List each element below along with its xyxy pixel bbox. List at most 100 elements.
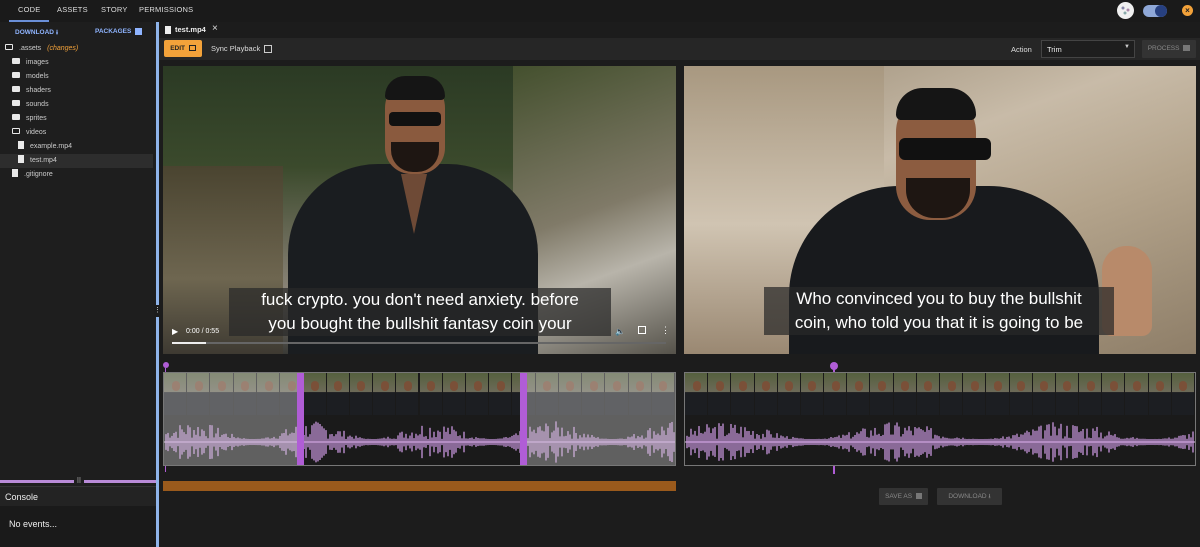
tree-item-gitignore[interactable]: .gitignore: [0, 168, 153, 182]
output-caption: Who convinced you to buy the bullshit co…: [764, 287, 1114, 335]
trimmed-region-start: [164, 373, 300, 465]
chevron-down-icon: ▼: [1124, 44, 1130, 50]
caption-line: fuck crypto. you don't need anxiety. bef…: [261, 290, 579, 309]
video-thumbnail: [800, 373, 824, 415]
sync-playback-checkbox[interactable]: Sync Playback: [211, 44, 273, 54]
download-video-label: DOWNLOAD: [948, 493, 987, 500]
video-thumbnail: [1079, 373, 1102, 415]
video-thumbnail: [303, 373, 326, 415]
tree-item-sprites[interactable]: sprites: [0, 112, 153, 126]
source-caption: fuck crypto. you don't need anxiety. bef…: [229, 288, 611, 336]
edit-label: EDIT: [170, 45, 185, 52]
action-select-value: Trim: [1047, 45, 1062, 54]
tab-assets[interactable]: ASSETS: [57, 0, 88, 22]
trim-handle-start[interactable]: [297, 373, 304, 465]
folder-open-icon: [5, 44, 13, 51]
vertical-splitter[interactable]: [156, 22, 159, 547]
sidebar: DOWNLOAD ⭳ PACKAGES .assets (changes) im…: [0, 22, 156, 547]
process-button[interactable]: PROCESS: [1142, 40, 1196, 58]
tab-code[interactable]: CODE: [9, 0, 50, 22]
video-thumbnail: [1102, 373, 1125, 415]
trimmed-region-end: [526, 373, 675, 465]
file-icon: [18, 155, 24, 164]
tree-item-models[interactable]: models: [0, 70, 153, 84]
tree-label: images: [26, 59, 49, 66]
play-icon[interactable]: ▶: [172, 327, 178, 336]
action-select[interactable]: Trim ▼: [1041, 40, 1135, 58]
source-timeline[interactable]: [163, 372, 676, 466]
action-label: Action: [1011, 45, 1032, 54]
video-thumbnail: [489, 373, 512, 415]
volume-icon[interactable]: 🔈: [615, 327, 625, 336]
video-thumbnail: [986, 373, 1009, 415]
tree-item-videos[interactable]: videos: [0, 126, 153, 140]
top-bar: CODE ASSETS STORY PERMISSIONS ×: [0, 0, 1200, 22]
calendar-icon: [188, 45, 196, 52]
process-icon: [1183, 45, 1191, 52]
video-thumbnail: [916, 373, 939, 415]
avatar[interactable]: [1117, 2, 1134, 19]
caption-line: you bought the bullshit fantasy coin you…: [268, 314, 572, 333]
editor-tab-label[interactable]: test.mp4: [175, 25, 206, 34]
console-header: Console: [0, 486, 156, 506]
tree-item-test-mp4[interactable]: test.mp4: [0, 154, 153, 168]
console-body: No events...: [0, 506, 156, 547]
splitter-grip-icon[interactable]: ⋮: [154, 305, 161, 317]
fullscreen-icon[interactable]: [638, 326, 646, 334]
tree-label: sprites: [26, 115, 47, 122]
edit-button[interactable]: EDIT: [164, 40, 202, 57]
video-thumbnail: [893, 373, 916, 415]
video-thumbnail: [419, 373, 442, 415]
video-thumbnail: [870, 373, 893, 415]
video-thumbnail: [1171, 373, 1194, 415]
tree-label: .gitignore: [24, 171, 53, 178]
tree-item-shaders[interactable]: shaders: [0, 84, 153, 98]
console-empty-text: No events...: [9, 519, 58, 529]
close-tab-icon[interactable]: ×: [212, 23, 218, 34]
video-thumbnail: [1055, 373, 1079, 415]
file-icon: [18, 141, 24, 150]
waveform: [685, 422, 1195, 462]
download-icon: ⭳: [55, 29, 59, 36]
tree-item-example-mp4[interactable]: example.mp4: [0, 140, 153, 154]
moon-icon: [1155, 5, 1167, 17]
playhead-knob-left[interactable]: [163, 362, 169, 368]
drag-handle-icon[interactable]: ⠿: [74, 477, 84, 486]
download-button[interactable]: DOWNLOAD ⭳: [15, 28, 58, 39]
time-display: 0:00 / 0:55: [186, 328, 220, 335]
save-as-button[interactable]: SAVE AS: [879, 488, 928, 505]
download-video-button[interactable]: DOWNLOAD ⭳: [937, 488, 1002, 505]
process-label: PROCESS: [1147, 45, 1180, 52]
video-thumbnail: [465, 373, 489, 415]
more-options-icon[interactable]: ⋮: [661, 325, 670, 336]
tree-label: .assets: [19, 45, 42, 52]
output-timeline[interactable]: [684, 372, 1196, 466]
video-thumbnail: [373, 373, 396, 415]
packages-button[interactable]: PACKAGES: [95, 28, 143, 35]
tree-item-assets[interactable]: .assets (changes): [0, 42, 153, 56]
output-video[interactable]: Who convinced you to buy the bullshit co…: [684, 66, 1196, 354]
tree-item-sounds[interactable]: sounds: [0, 98, 153, 112]
source-video[interactable]: fuck crypto. you don't need anxiety. bef…: [163, 66, 676, 354]
video-thumbnail: [349, 373, 373, 415]
tab-permissions[interactable]: PERMISSIONS: [139, 0, 193, 22]
seek-bar[interactable]: [172, 342, 666, 344]
folder-icon: [12, 58, 20, 65]
tab-story[interactable]: STORY: [101, 0, 128, 22]
theme-toggle[interactable]: [1143, 5, 1167, 17]
video-thumbnail: [396, 373, 419, 415]
video-thumbnail: [847, 373, 870, 415]
download-icon: ⭳: [988, 493, 991, 500]
folder-icon: [12, 100, 20, 107]
render-progress-bar: [163, 481, 676, 491]
folder-icon: [12, 72, 20, 79]
video-thumbnail: [442, 373, 465, 415]
close-icon[interactable]: ×: [1182, 5, 1193, 16]
caption-line: coin, who told you that it is going to b…: [794, 313, 1084, 332]
package-icon: [135, 28, 143, 35]
download-label: DOWNLOAD: [15, 29, 54, 36]
tree-item-images[interactable]: images: [0, 56, 153, 70]
folder-icon: [12, 114, 20, 121]
trim-handle-end[interactable]: [520, 373, 527, 465]
folder-icon: [12, 86, 20, 93]
